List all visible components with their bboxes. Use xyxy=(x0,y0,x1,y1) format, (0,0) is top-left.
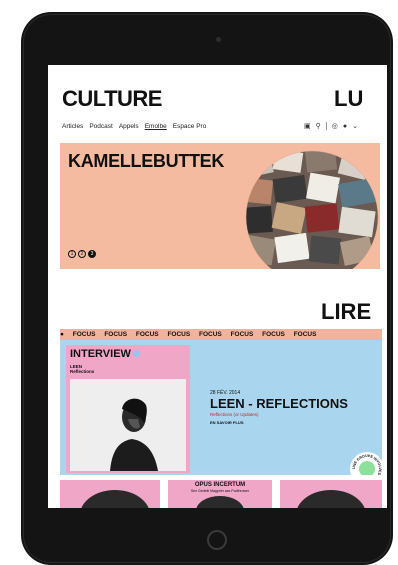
camera-icon xyxy=(216,37,221,42)
badge-center xyxy=(359,461,375,475)
carousel-dot[interactable]: 2 xyxy=(78,250,86,258)
home-button[interactable] xyxy=(207,530,227,550)
ticker-item: FOCUS xyxy=(199,331,222,338)
read-more-link[interactable]: EN SAVOIR PLUS xyxy=(210,420,244,425)
card-item-opus[interactable]: OPUS INCERTUM Sen Gedelti Magprier ass P… xyxy=(168,480,272,508)
ticker-item: FOCUS xyxy=(135,331,159,338)
hero-banner[interactable]: KAMELLEBUTTEK 1 2 3 xyxy=(60,143,380,269)
ticker-item: FOCUS xyxy=(72,331,96,338)
card-image xyxy=(296,490,366,508)
card-image xyxy=(80,490,150,508)
hero-title: KAMELLEBUTTEK xyxy=(68,151,225,171)
carousel-pagination: 1 2 3 xyxy=(68,250,96,258)
nav-item-podcast[interactable]: Podcast xyxy=(89,123,113,130)
carousel-dot-active[interactable]: 3 xyxy=(88,250,96,258)
main-nav: Articles Podcast Appels Emolbe Espace Pr… xyxy=(62,123,206,130)
interview-feature[interactable]: INTERVIEW LEEN Reflections 28 FÉV. 2014 L… xyxy=(60,340,382,475)
bottom-cards-row: OPUS INCERTUM Sen Gedelti Magprier ass P… xyxy=(60,480,382,508)
article-subtitle: Reflections (or Updates) xyxy=(210,412,259,417)
nav-item-espace-pro[interactable]: Espace Pro xyxy=(173,123,207,130)
instagram-icon[interactable]: ◎ xyxy=(332,122,338,130)
interview-card[interactable]: INTERVIEW LEEN Reflections xyxy=(66,345,190,473)
ticker-item: FOCUS xyxy=(230,331,254,338)
header-icons: ▣ ⚲ ◎ ● ⌄ xyxy=(304,122,358,130)
ticker-item: ● xyxy=(60,331,64,338)
logo-lu[interactable]: LU xyxy=(334,86,363,112)
card-image xyxy=(196,496,244,508)
tablet-screen: CULTURE LU Articles Podcast Appels Emolb… xyxy=(48,65,387,508)
ticker-item: FOCUS xyxy=(293,331,317,338)
photo-globe-image xyxy=(245,150,379,269)
card-subtitle: Sen Gedelti Magprier ass Podthrower xyxy=(190,489,250,493)
card-title: OPUS INCERTUM xyxy=(194,482,246,488)
interview-label: INTERVIEW xyxy=(70,348,140,360)
logo-culture[interactable]: CULTURE xyxy=(62,86,162,112)
chevron-down-icon[interactable]: ⌄ xyxy=(352,122,358,130)
interview-name: LEEN Reflections xyxy=(70,364,95,374)
carousel-dot[interactable]: 1 xyxy=(68,250,76,258)
search-icon[interactable]: ⚲ xyxy=(316,122,321,130)
focus-ticker: ● FOCUS FOCUS FOCUS FOCUS FOCUS FOCUS FO… xyxy=(60,329,382,340)
dot-icon xyxy=(132,350,140,357)
nav-item-appels[interactable]: Appels xyxy=(119,123,139,130)
facebook-icon[interactable]: ● xyxy=(343,123,347,130)
portrait-photo xyxy=(70,379,186,471)
ticker-item: FOCUS xyxy=(262,331,285,338)
rotating-badge[interactable]: UNE GROUPE INVOLVED xyxy=(350,452,382,475)
ticker-item: FOCUS xyxy=(104,331,128,338)
card-item[interactable] xyxy=(60,480,160,508)
card-item[interactable] xyxy=(280,480,382,508)
section-title: LIRE xyxy=(321,299,372,324)
divider xyxy=(325,122,327,130)
nav-item-emolbe[interactable]: Emolbe xyxy=(145,123,167,130)
article-title[interactable]: LEEN - REFLECTIONS xyxy=(210,396,348,411)
nav-item-articles[interactable]: Articles xyxy=(62,123,83,130)
ticker-item: FOCUS xyxy=(167,331,191,338)
calendar-icon[interactable]: ▣ xyxy=(304,122,311,130)
